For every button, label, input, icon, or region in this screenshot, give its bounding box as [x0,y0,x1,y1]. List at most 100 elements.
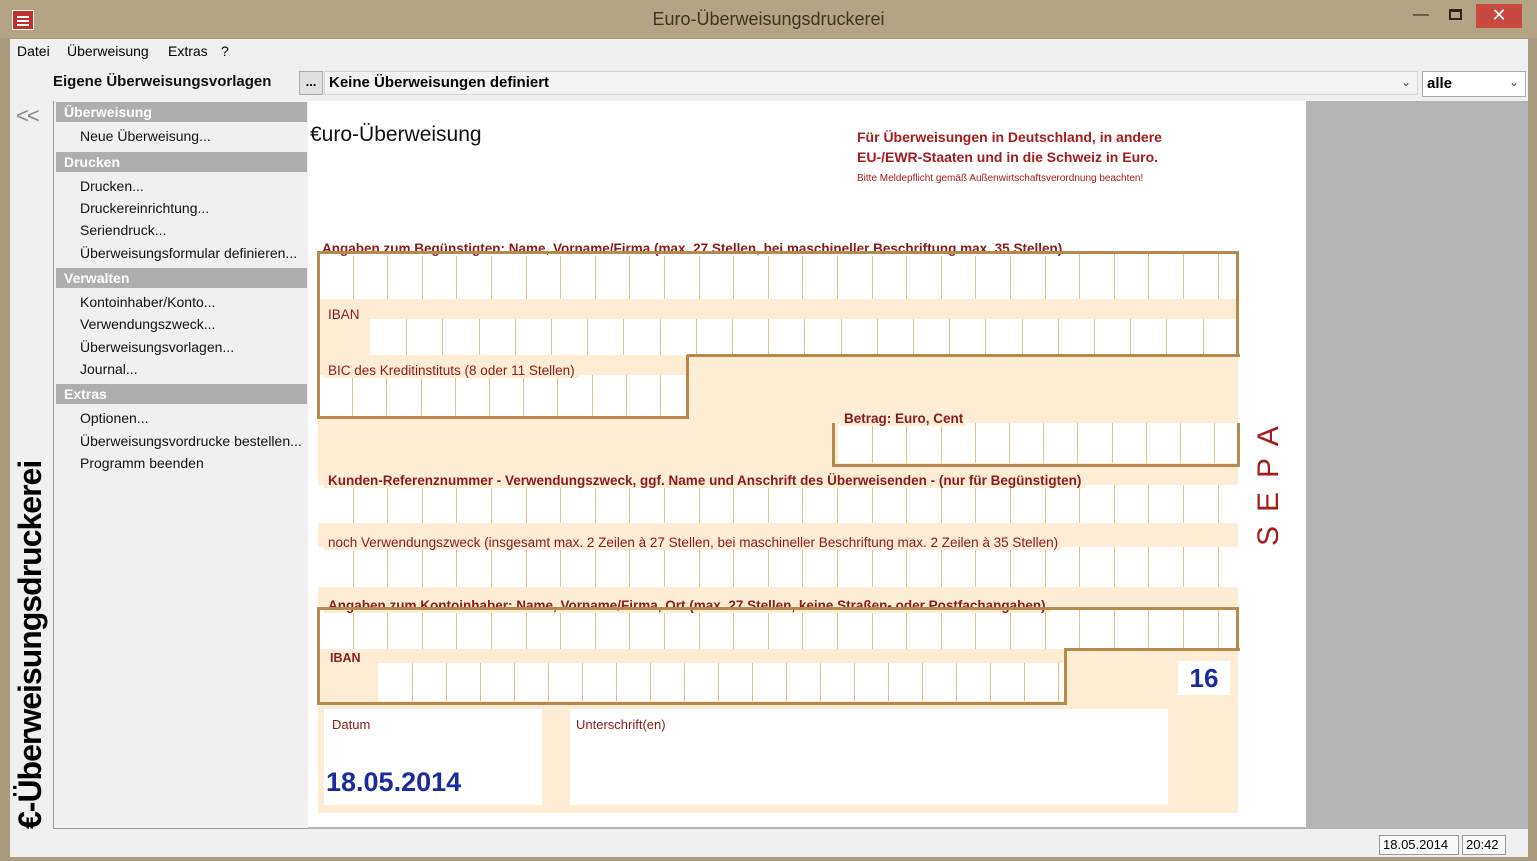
char-cell [699,547,700,587]
char-cell [802,485,803,523]
char-cell [456,485,457,523]
sepa-mark: SEPA [1252,412,1285,546]
char-cell [1079,547,1080,587]
char-cell [1010,485,1011,523]
char-cell [353,485,354,523]
char-cell [560,547,561,587]
signature-field[interactable]: Unterschrift(en) [570,709,1168,805]
char-cell [768,485,769,523]
signature-label: Unterschrift(en) [576,717,666,732]
char-cell [422,485,423,523]
transfer-form: €uro-Überweisung Für Überweisungen in De… [308,101,1306,827]
sidebar-item-neue-ueberweisung[interactable]: Neue Überweisung... [80,128,211,144]
sidebar-section-extras[interactable]: Extras [56,384,307,404]
maximize-button[interactable] [1442,4,1468,28]
sidebar-item-druckereinrichtung[interactable]: Druckereinrichtung... [80,200,209,216]
menu-datei[interactable]: Datei [17,43,50,59]
app-window: Euro-Überweisungsdruckerei — ✕ Datei Übe… [0,0,1537,861]
templates-label: Eigene Überweisungsvorlagen [53,73,272,90]
char-cell [906,485,907,523]
char-cell [526,547,527,587]
sidebar-item-kontoinhaber[interactable]: Kontoinhaber/Konto... [80,294,215,310]
collapse-sidebar-button[interactable]: << [16,103,40,129]
char-cell [1183,485,1184,523]
template-select[interactable]: Keine Überweisungen definiert ⌄ [324,71,1418,95]
char-cell [733,485,734,523]
char-cell [456,547,457,587]
char-cell [975,485,976,523]
char-cell [941,485,942,523]
date-field[interactable]: Datum 18.05.2014 [324,709,542,805]
char-cell [560,485,561,523]
char-cell [699,485,700,523]
status-date: 18.05.2014 [1379,835,1459,855]
char-cell [422,547,423,587]
char-cell [1148,485,1149,523]
template-select-value: Keine Überweisungen definiert [329,74,550,91]
sepa-text: SEPA [1252,412,1285,546]
maximize-icon [1448,9,1462,21]
sidebar-item-optionen[interactable]: Optionen... [80,410,149,426]
char-cell [837,547,838,587]
char-cell [1218,485,1219,523]
sidebar-item-vorlagen[interactable]: Überweisungsvorlagen... [80,339,234,355]
sidebar-item-formular-definieren[interactable]: Überweisungsformular definieren... [80,245,297,261]
status-time: 20:42 [1462,835,1506,855]
char-cell [802,547,803,587]
char-cell [526,485,527,523]
char-cell [872,485,873,523]
filter-select[interactable]: alle ⌄ [1422,71,1526,97]
purpose2-field[interactable] [318,547,1238,587]
char-cell [664,547,665,587]
chevron-down-icon: ⌄ [1400,75,1411,89]
sidebar-item-verwendungszweck[interactable]: Verwendungszweck... [80,316,215,332]
sidebar-item-journal[interactable]: Journal... [80,361,138,377]
form-note-line2: EU-/EWR-Staaten und in die Schweiz in Eu… [857,149,1159,165]
filter-select-value: alle [1427,75,1453,92]
form-area: €uro-Überweisung Für Überweisungen in De… [308,101,1528,829]
menu-help[interactable]: ? [221,43,229,59]
char-cell [1079,485,1080,523]
chevron-down-icon: ⌄ [1508,75,1519,89]
browse-templates-button[interactable]: ... [299,71,323,95]
amount-label: Betrag: Euro, Cent [840,411,968,426]
char-cell [1218,547,1219,587]
form-note-line1: Für Überweisungen in Deutschland, in and… [857,129,1162,145]
date-label: Datum [332,717,371,732]
char-cell [387,485,388,523]
minimize-button[interactable]: — [1408,4,1434,28]
close-button[interactable]: ✕ [1476,4,1522,28]
reference-field[interactable] [318,485,1238,523]
char-cell [595,547,596,587]
amount-frame [832,423,1240,467]
vertical-logo-text: €-Überweisungsdruckerei [12,460,48,829]
sidebar-item-programm-beenden[interactable]: Programm beenden [80,455,204,471]
sidebar-item-seriendruck[interactable]: Seriendruck... [80,222,166,238]
bic-frame [317,355,689,419]
char-cell [1114,547,1115,587]
sidebar-item-vordrucke-bestellen[interactable]: Überweisungsvordrucke bestellen... [80,433,302,449]
sidebar-section-drucken[interactable]: Drucken [56,152,307,172]
char-cell [768,547,769,587]
menu-ueberweisung[interactable]: Überweisung [67,43,149,59]
purpose2-label: noch Verwendungszweck (insgesamt max. 2 … [324,535,1063,550]
menu-extras[interactable]: Extras [168,43,208,59]
form-note: Für Überweisungen in Deutschland, in and… [857,127,1162,167]
char-cell [387,547,388,587]
status-bar: 18.05.2014 20:42 [10,833,1528,857]
client-area: Datei Überweisung Extras ? Eigene Überwe… [10,39,1528,857]
char-cell [975,547,976,587]
menu-bar: Datei Überweisung Extras ? [10,39,1528,65]
sidebar-section-ueberweisung[interactable]: Überweisung [56,102,307,122]
form-note-small: Bitte Meldepflicht gemäß Außenwirtschaft… [857,173,1144,184]
template-toolbar: Eigene Überweisungsvorlagen ... Keine Üb… [10,67,1528,99]
sidebar-item-drucken[interactable]: Drucken... [80,178,144,194]
frame-step-2 [1064,648,1240,651]
sidebar-section-verwalten[interactable]: Verwalten [56,268,307,288]
char-cell [941,547,942,587]
char-cell [1183,547,1184,587]
char-cell [1010,547,1011,587]
char-cell [595,485,596,523]
title-bar: Euro-Überweisungsdruckerei — ✕ [0,0,1537,38]
task-sidebar: Überweisung Neue Überweisung... Drucken … [53,101,309,829]
